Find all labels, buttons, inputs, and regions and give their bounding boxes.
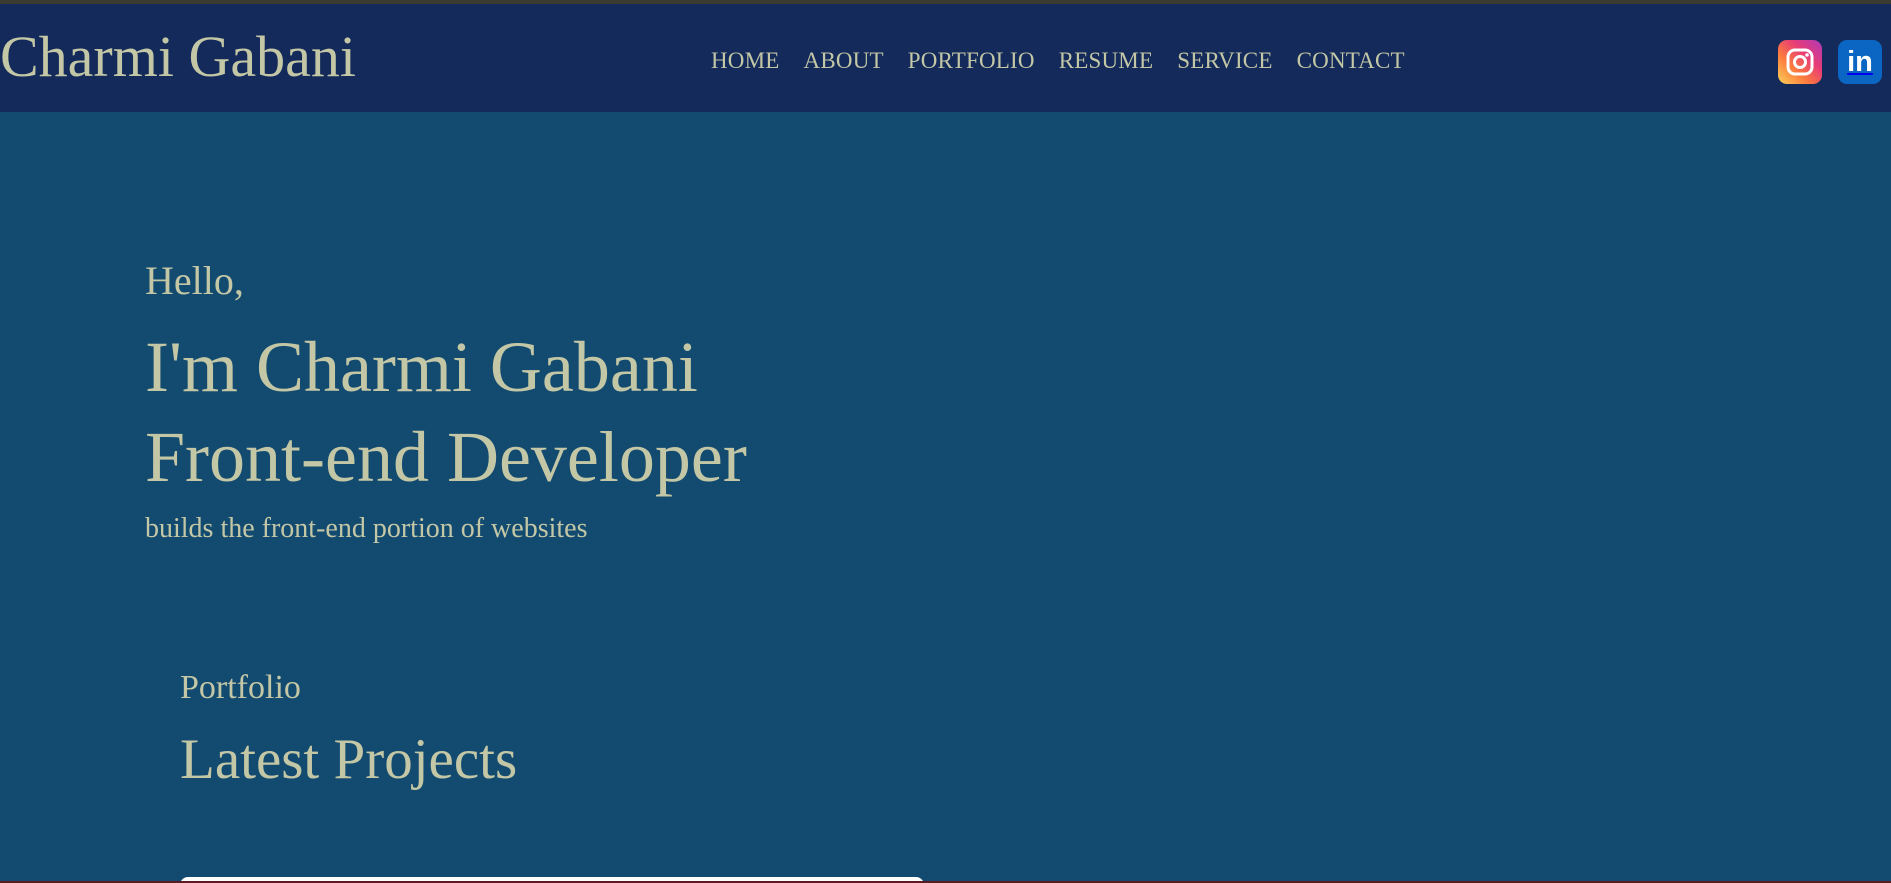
hero-greeting: Hello,	[145, 258, 244, 303]
nav-home[interactable]: HOME	[711, 44, 780, 78]
main-nav: HOME ABOUT PORTFOLIO RESUME SERVICE CONT…	[711, 44, 1405, 78]
nav-contact[interactable]: CONTACT	[1297, 44, 1405, 78]
hero-role: Front-end Developer	[145, 417, 747, 497]
instagram-icon[interactable]	[1778, 40, 1822, 84]
hero-description: builds the front-end portion of websites	[145, 513, 588, 544]
hero-name: I'm Charmi Gabani	[145, 327, 698, 407]
brand-name[interactable]: Charmi Gabani	[0, 22, 356, 92]
site-header: Charmi Gabani HOME ABOUT PORTFOLIO RESUM…	[0, 4, 1891, 112]
nav-service[interactable]: SERVICE	[1177, 44, 1272, 78]
nav-about[interactable]: ABOUT	[804, 44, 884, 78]
nav-portfolio[interactable]: PORTFOLIO	[908, 44, 1035, 78]
linkedin-glyph: in	[1847, 45, 1873, 78]
nav-resume[interactable]: RESUME	[1059, 44, 1154, 78]
linkedin-icon[interactable]: in	[1838, 40, 1882, 84]
portfolio-kicker: Portfolio	[180, 669, 301, 706]
portfolio-title: Latest Projects	[180, 728, 518, 791]
